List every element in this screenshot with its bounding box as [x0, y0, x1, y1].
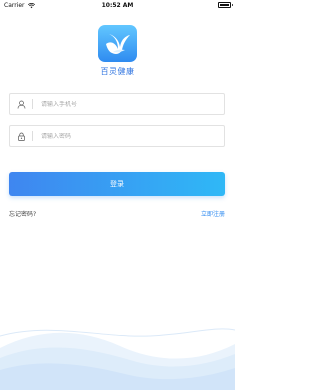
status-right: [218, 2, 233, 8]
password-input[interactable]: [41, 132, 211, 140]
status-bar: Carrier 10:52 AM: [0, 0, 235, 12]
phone-input[interactable]: [41, 100, 211, 108]
field-divider: [32, 99, 33, 109]
app-logo: [98, 25, 137, 62]
field-divider: [32, 131, 33, 141]
lock-icon: [10, 132, 32, 141]
forgot-password-link[interactable]: 忘记密码?: [9, 209, 36, 218]
login-button[interactable]: 登录: [9, 172, 225, 196]
wave-decoration: [0, 328, 235, 390]
user-icon: [10, 100, 32, 109]
battery-icon: [218, 2, 233, 8]
password-field[interactable]: [9, 125, 225, 147]
register-link[interactable]: 立即注册: [201, 209, 225, 218]
bird-logo-icon: [105, 33, 130, 54]
phone-field[interactable]: [9, 93, 225, 115]
app-name: 百灵健康: [100, 67, 135, 76]
status-time: 10:52 AM: [101, 2, 134, 9]
